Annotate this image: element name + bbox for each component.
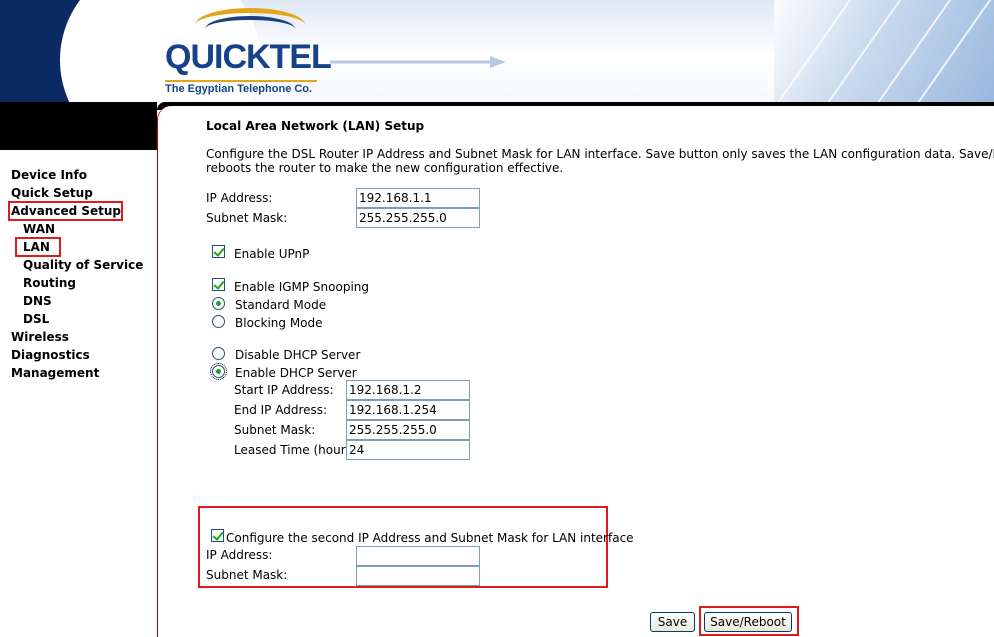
header-left-decoration xyxy=(0,0,260,102)
page-description-line2: reboots the router to make the new confi… xyxy=(206,161,564,175)
dhcp-mask-input[interactable] xyxy=(346,420,470,440)
upnp-label: Enable UPnP xyxy=(234,247,310,261)
sidebar-item-quick-setup[interactable]: Quick Setup xyxy=(11,186,93,200)
save-button[interactable]: Save xyxy=(650,612,695,632)
enable-dhcp-radio[interactable] xyxy=(210,363,227,380)
dhcp-end-label: End IP Address: xyxy=(234,403,328,417)
header-right-decoration xyxy=(774,0,994,102)
sidebar-item-advanced-setup[interactable]: Advanced Setup xyxy=(11,204,121,218)
sidebar-item-management[interactable]: Management xyxy=(11,366,99,380)
dhcp-start-input[interactable] xyxy=(346,380,470,400)
disable-dhcp-label: Disable DHCP Server xyxy=(235,348,361,362)
logo-tagline: The Egyptian Telephone Co. xyxy=(165,80,317,95)
sidebar-item-diagnostics[interactable]: Diagnostics xyxy=(11,348,90,362)
lan-mask-input[interactable] xyxy=(356,208,480,228)
header-banner: QUICKTEL The Egyptian Telephone Co. xyxy=(0,0,994,102)
dhcp-lease-label: Leased Time (hour): xyxy=(234,443,355,457)
sidebar-item-lan[interactable]: LAN xyxy=(23,240,50,254)
sidebar-item-quality-of-service[interactable]: Quality of Service xyxy=(23,258,143,272)
sidebar-item-wireless[interactable]: Wireless xyxy=(11,330,69,344)
dhcp-end-input[interactable] xyxy=(346,400,470,420)
second-ip-checkbox-label: Configure the second IP Address and Subn… xyxy=(226,531,634,545)
disable-dhcp-radio[interactable] xyxy=(212,347,225,360)
second-ip-input[interactable] xyxy=(356,546,480,566)
upnp-checkbox[interactable] xyxy=(212,245,225,258)
dhcp-lease-input[interactable] xyxy=(346,440,470,460)
second-mask-label: Subnet Mask: xyxy=(206,568,288,582)
igmp-snooping-label: Enable IGMP Snooping xyxy=(234,280,370,294)
dhcp-start-label: Start IP Address: xyxy=(234,383,334,397)
lan-mask-label: Subnet Mask: xyxy=(206,211,288,225)
save-reboot-button[interactable]: Save/Reboot xyxy=(704,612,792,632)
blocking-mode-label: Blocking Mode xyxy=(235,316,323,330)
header-black-strip xyxy=(0,102,157,150)
second-ip-label: IP Address: xyxy=(206,548,273,562)
page-description-line1: Configure the DSL Router IP Address and … xyxy=(206,147,994,161)
sidebar-item-device-info[interactable]: Device Info xyxy=(11,168,87,182)
standard-mode-label: Standard Mode xyxy=(235,298,327,312)
sidebar-item-dsl[interactable]: DSL xyxy=(23,312,49,326)
sidebar-item-wan[interactable]: WAN xyxy=(23,222,55,236)
sidebar-item-dns[interactable]: DNS xyxy=(23,294,52,308)
blocking-mode-radio[interactable] xyxy=(212,315,225,328)
page-title: Local Area Network (LAN) Setup xyxy=(206,119,425,133)
second-ip-checkbox[interactable] xyxy=(211,529,224,542)
second-mask-input[interactable] xyxy=(356,566,480,586)
lan-ip-input[interactable] xyxy=(356,188,480,208)
enable-dhcp-label: Enable DHCP Server xyxy=(235,366,357,380)
logo-text: QUICKTEL xyxy=(165,38,332,76)
lan-ip-label: IP Address: xyxy=(206,191,273,205)
dhcp-mask-label: Subnet Mask: xyxy=(234,423,316,437)
quicktel-logo: QUICKTEL The Egyptian Telephone Co. xyxy=(165,8,332,98)
igmp-snooping-checkbox[interactable] xyxy=(212,278,225,291)
standard-mode-radio[interactable] xyxy=(212,297,225,310)
arrow-decoration-icon xyxy=(330,56,506,68)
sidebar-item-routing[interactable]: Routing xyxy=(23,276,76,290)
